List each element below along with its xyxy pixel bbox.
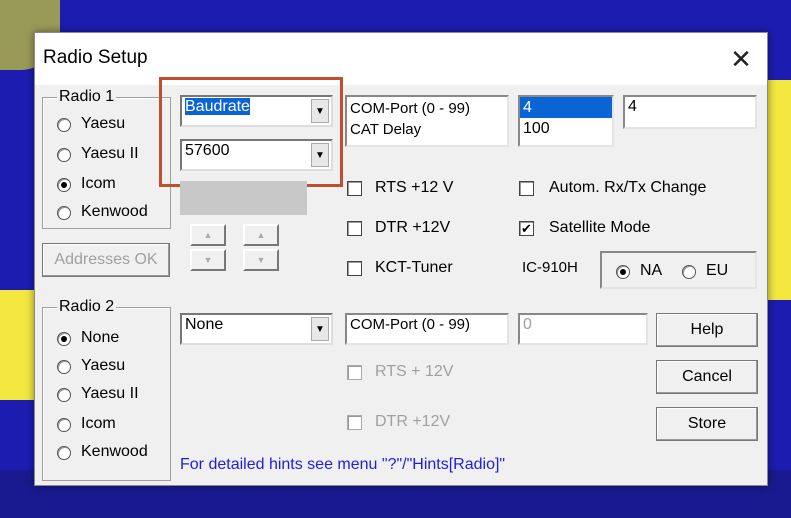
addresses-ok-button[interactable]: Addresses OK	[42, 243, 170, 277]
close-icon[interactable]: ✕	[723, 41, 759, 77]
radio2-com-port-label: COM-Port (0 - 99)	[350, 316, 471, 333]
checkbox[interactable]	[347, 365, 362, 380]
baudrate-value: 57600	[185, 142, 230, 159]
region-na-radio[interactable]	[616, 265, 630, 279]
radio-button[interactable]	[57, 360, 71, 374]
region-eu-radio[interactable]	[682, 265, 696, 279]
radio-button[interactable]	[57, 446, 71, 460]
option-label: Yaesu	[81, 357, 126, 374]
radio-button-selected[interactable]	[57, 332, 71, 346]
radio-button[interactable]	[57, 388, 71, 402]
model-label: IC-910H	[522, 259, 578, 276]
checkbox-label: Autom. Rx/Tx Change	[549, 179, 707, 196]
region-na-label: NA	[640, 262, 663, 279]
cat-delay-label: CAT Delay	[350, 121, 422, 138]
radio-setup-dialog: Radio Setup ✕ Radio 1 Yaesu Yaesu II Ico…	[34, 32, 768, 486]
parameter-select[interactable]: Baudrate ▼	[180, 95, 333, 127]
checkbox-label: RTS +12 V	[375, 179, 454, 196]
map-yellow-strip-left	[0, 290, 34, 400]
checkbox-label: RTS + 12V	[375, 363, 454, 380]
list-item[interactable]: 100	[520, 118, 612, 139]
radio2-legend: Radio 2	[57, 298, 117, 316]
chevron-down-icon[interactable]: ▼	[311, 99, 329, 123]
empty-panel	[180, 181, 307, 215]
spin-up-right[interactable]: ▲	[243, 224, 279, 246]
option-label: Kenwood	[81, 443, 148, 460]
chevron-down-icon[interactable]: ▼	[311, 143, 329, 167]
checkbox-label: DTR +12V	[375, 219, 451, 236]
radio2-model-select[interactable]: None ▼	[180, 313, 333, 345]
cancel-button[interactable]: Cancel	[656, 360, 758, 394]
checkbox[interactable]	[347, 181, 362, 196]
radio2-port-value: 0	[523, 316, 532, 333]
checkbox-label: DTR +12V	[375, 413, 451, 430]
option-label: Yaesu	[81, 115, 126, 132]
option-label: None	[81, 329, 120, 346]
help-button[interactable]: Help	[656, 313, 758, 347]
radio1-legend: Radio 1	[57, 88, 117, 106]
list-item-selected[interactable]: 4	[520, 97, 612, 118]
radio-button[interactable]	[57, 206, 71, 220]
parameter-value: Baudrate	[185, 98, 250, 115]
map-yellow-strip-right	[768, 80, 791, 300]
spin-down-left[interactable]: ▼	[190, 249, 226, 271]
option-label: Icom	[81, 415, 116, 432]
hint-text: For detailed hints see menu "?"/"Hints[R…	[180, 456, 506, 473]
option-label: Icom	[81, 175, 116, 192]
radio-button[interactable]	[57, 148, 71, 162]
check-icon[interactable]: ✔	[519, 221, 534, 236]
title-bar: Radio Setup ✕	[35, 33, 767, 85]
port-listbox[interactable]: 4 100	[518, 95, 614, 147]
com-port-label-box: COM-Port (0 - 99) CAT Delay	[345, 95, 509, 147]
option-label: Kenwood	[81, 203, 148, 220]
checkbox[interactable]	[347, 261, 362, 276]
spin-up-left[interactable]: ▲	[190, 224, 226, 246]
option-label: Yaesu II	[81, 385, 139, 402]
checkbox[interactable]	[347, 415, 362, 430]
store-button[interactable]: Store	[656, 407, 758, 441]
radio-button[interactable]	[57, 118, 71, 132]
radio-button-selected[interactable]	[57, 178, 71, 192]
spin-down-right[interactable]: ▼	[243, 249, 279, 271]
checkbox[interactable]	[519, 181, 534, 196]
checkbox-label: Satellite Mode	[549, 219, 651, 236]
checkbox[interactable]	[347, 221, 362, 236]
com-port-label: COM-Port (0 - 99)	[350, 100, 471, 117]
port-input[interactable]: 4	[623, 95, 757, 129]
radio2-model-value: None	[185, 316, 224, 333]
checkbox-label: KCT-Tuner	[375, 259, 453, 276]
region-eu-label: EU	[706, 262, 729, 279]
chevron-down-icon[interactable]: ▼	[311, 317, 329, 341]
baudrate-select[interactable]: 57600 ▼	[180, 139, 333, 171]
window-title: Radio Setup	[43, 47, 148, 68]
radio-button[interactable]	[57, 418, 71, 432]
option-label: Yaesu II	[81, 145, 139, 162]
radio2-com-port-label-box: COM-Port (0 - 99)	[345, 313, 509, 345]
region-group: NA EU	[600, 251, 757, 289]
radio2-port-input[interactable]: 0	[518, 313, 648, 345]
port-input-value: 4	[628, 98, 637, 115]
